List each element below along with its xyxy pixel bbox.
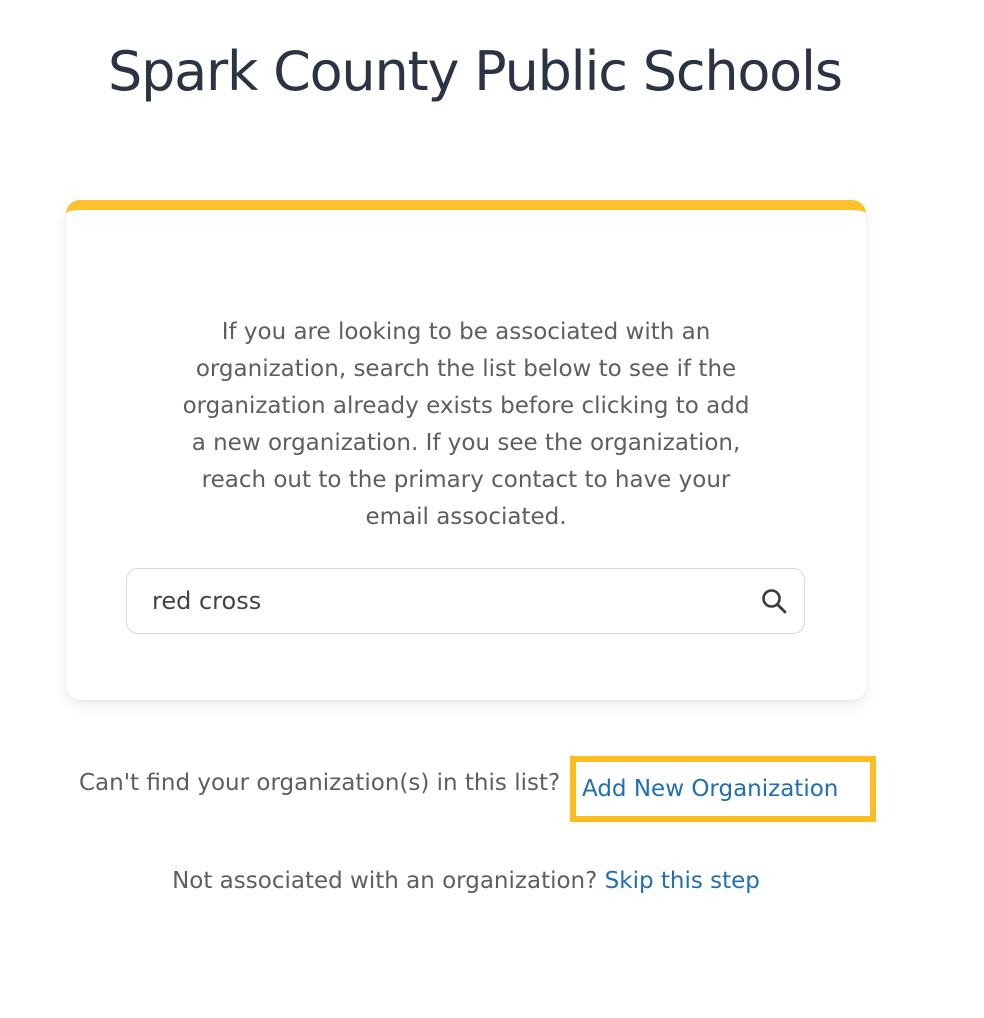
skip-row: Not associated with an organization? Ski… <box>0 868 932 894</box>
skip-step-link[interactable]: Skip this step <box>605 868 760 894</box>
add-organization-highlight: Add New Organization <box>570 756 876 822</box>
search-icon[interactable] <box>744 569 804 633</box>
instructions-text: If you are looking to be associated with… <box>182 319 750 530</box>
add-organization-prompt: Can't find your organization(s) in this … <box>79 770 561 796</box>
page: Spark County Public Schools If you are l… <box>0 0 984 1018</box>
add-new-organization-link[interactable]: Add New Organization <box>582 776 838 802</box>
skip-prompt: Not associated with an organization? <box>172 868 598 894</box>
search-box <box>126 568 805 634</box>
page-title: Spark County Public Schools <box>108 40 843 103</box>
organization-search-input[interactable] <box>127 569 744 633</box>
organization-search-card: If you are looking to be associated with… <box>66 200 866 700</box>
